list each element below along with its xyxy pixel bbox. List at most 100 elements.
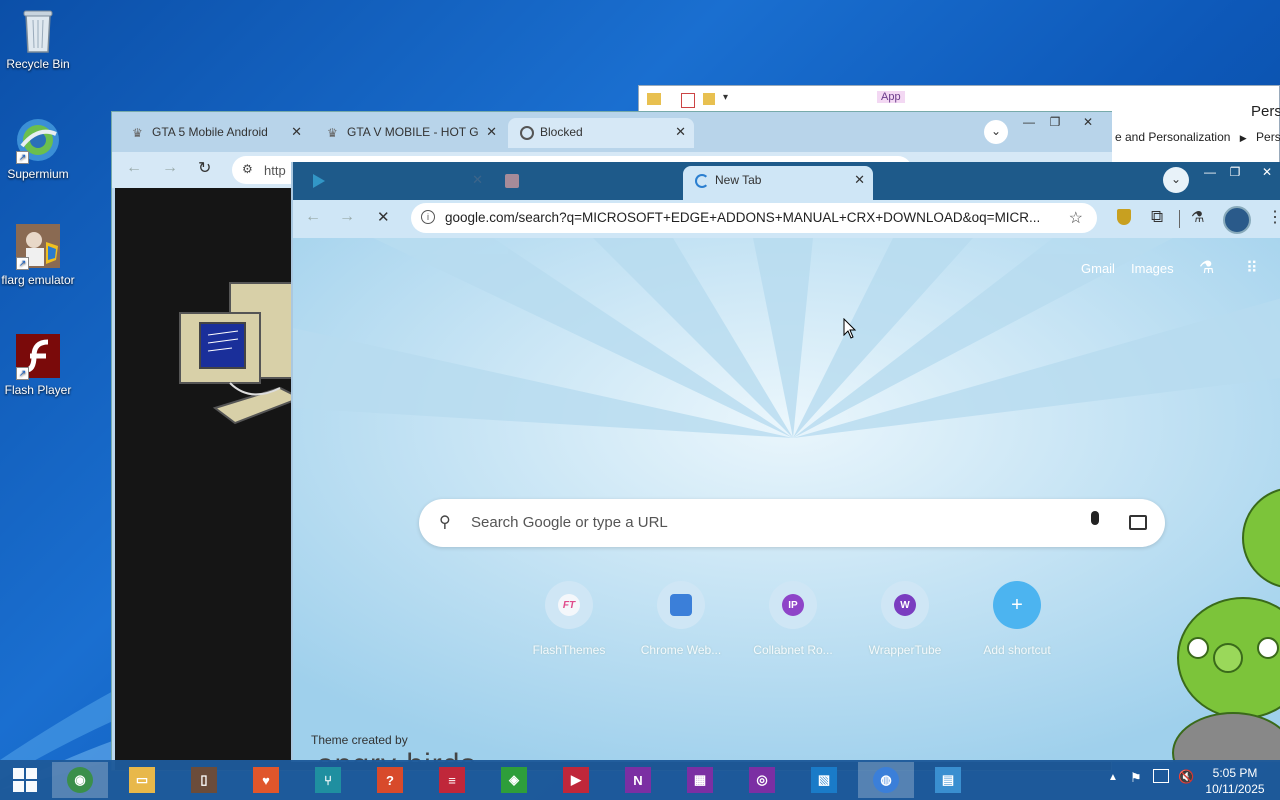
volume-muted-icon[interactable]: 🔇 <box>1178 769 1194 785</box>
desktop-icon-flarg-emulator[interactable]: ↗ flarg emulator <box>0 222 76 288</box>
menu-kebab-icon[interactable]: ⋮ <box>1267 207 1280 227</box>
profile-avatar-icon[interactable] <box>1223 206 1251 234</box>
start-button[interactable] <box>0 760 50 800</box>
window-title-partial: Perso <box>1251 103 1280 120</box>
close-tab-icon[interactable]: ✕ <box>472 172 483 188</box>
shortcut-chrome-web[interactable]: Chrome Web... <box>631 581 731 657</box>
tab-label: GTA V MOBILE - HOT G <box>347 125 479 139</box>
tab-blocked[interactable]: Blocked ✕ <box>508 118 694 148</box>
taskbar-app-photo-app[interactable]: ▯ <box>176 762 232 798</box>
taskbar-app-help[interactable]: ? <box>362 762 418 798</box>
breadcrumb[interactable]: e and Personalization ▶ Perso <box>1115 130 1280 160</box>
forward-arrow-icon[interactable]: → <box>339 208 355 226</box>
supermium-icon: ◉ <box>67 767 93 793</box>
add-shortcut-icon: + <box>1011 593 1023 616</box>
tab-search-button[interactable]: ⌄ <box>984 120 1008 144</box>
taskbar-app-video[interactable]: ▶ <box>548 762 604 798</box>
taskbar-app-supermium[interactable]: ◉ <box>52 762 108 798</box>
taskbar-app-xbox[interactable]: ◈ <box>486 762 542 798</box>
taskbar-app-file-explorer[interactable]: ▭ <box>114 762 170 798</box>
app-label: App <box>877 91 905 103</box>
search-box[interactable]: ⚲ Search Google or type a URL <box>419 499 1165 547</box>
taskbar-app-camera[interactable]: ◎ <box>734 762 790 798</box>
close-tab-icon[interactable]: ✕ <box>291 124 302 140</box>
taskbar-app-photos[interactable]: ▧ <box>796 762 852 798</box>
file-explorer-icon: ▭ <box>129 767 155 793</box>
action-center-flag-icon[interactable]: ⚑ <box>1130 770 1142 786</box>
properties-icon[interactable] <box>681 93 695 108</box>
close-tab-icon[interactable]: ✕ <box>486 124 497 140</box>
close-button[interactable]: ✕ <box>1070 112 1106 134</box>
taskbar-app-food[interactable]: ⑂ <box>300 762 356 798</box>
network-icon[interactable] <box>1153 769 1169 783</box>
video-icon: ▶ <box>563 767 589 793</box>
maps-icon: ▦ <box>687 767 713 793</box>
images-link[interactable]: Images <box>1131 261 1174 276</box>
minimize-button[interactable]: — <box>1017 112 1041 134</box>
maximize-button[interactable]: ❐ <box>1225 162 1245 184</box>
new-folder-icon[interactable] <box>703 93 715 105</box>
show-hidden-icons[interactable]: ▲ <box>1108 772 1118 783</box>
flash-player-icon: ↗ <box>14 332 62 380</box>
address-text: http <box>264 163 286 178</box>
breadcrumb-item[interactable]: e and Personalization <box>1115 130 1230 144</box>
taskbar-app-onenote[interactable]: N <box>610 762 666 798</box>
taskbar-app-news[interactable]: ≡ <box>424 762 480 798</box>
crown-icon: ♛ <box>132 126 143 140</box>
desktop-icon-recycle-bin[interactable]: Recycle Bin <box>0 6 76 72</box>
tab-gta-v-mobile-hot[interactable]: ♛ GTA V MOBILE - HOT G ✕ <box>315 118 505 148</box>
tab-new-tab[interactable]: New Tab ✕ <box>683 166 873 200</box>
shortcut-label: WrapperTube <box>868 643 942 657</box>
image-tab-icon <box>505 174 519 188</box>
shortcut-add[interactable]: + Add shortcut <box>967 581 1067 657</box>
tab-gta5-mobile[interactable]: ♛ GTA 5 Mobile Android ✕ <box>120 118 310 148</box>
shield-extension-icon[interactable] <box>1117 209 1131 225</box>
close-button[interactable]: ✕ <box>1253 162 1280 184</box>
tab-faded-2[interactable] <box>493 166 683 196</box>
camera-lens-icon[interactable] <box>1129 515 1147 530</box>
bookmark-star-icon[interactable]: ☆ <box>1069 208 1083 228</box>
shortcut-wrappertube[interactable]: W WrapperTube <box>855 581 955 657</box>
taskbar-app-health[interactable]: ♥ <box>238 762 294 798</box>
desktop-icon-supermium[interactable]: ↗ Supermium <box>0 116 76 182</box>
shortcut-collabnet[interactable]: IP Collabnet Ro... <box>743 581 843 657</box>
address-bar[interactable]: i google.com/search?q=MICROSOFT+EDGE+ADD… <box>411 203 1097 233</box>
flarg-emulator-icon: ↗ <box>14 222 62 270</box>
minimize-button[interactable]: — <box>1200 162 1220 184</box>
back-arrow-icon[interactable]: ← <box>126 159 142 177</box>
help-icon: ? <box>377 767 403 793</box>
clock[interactable]: 5:05 PM 10/11/2025 <box>1200 765 1270 797</box>
shortcut-flashthemes[interactable]: FT FlashThemes <box>519 581 619 657</box>
site-info-icon[interactable]: i <box>421 210 435 224</box>
taskbar-app-chrome[interactable]: ◍ <box>858 762 914 798</box>
supermium-icon: ↗ <box>14 116 62 164</box>
site-info-icon[interactable]: ⚙ <box>242 162 253 176</box>
forward-arrow-icon[interactable]: → <box>162 159 178 177</box>
breadcrumb-item[interactable]: Perso <box>1256 130 1280 144</box>
close-tab-icon[interactable]: ✕ <box>675 124 686 140</box>
front-browser-window[interactable]: ✕ New Tab ✕ ⌄ — ❐ ✕ ← → ✕ i google.com/s… <box>291 162 1280 762</box>
globe-icon <box>520 126 534 140</box>
tab-faded-1[interactable]: ✕ <box>301 166 491 196</box>
close-tab-icon[interactable]: ✕ <box>854 172 865 188</box>
google-apps-grid-icon[interactable]: ⠿ <box>1246 258 1258 278</box>
chrome-web-store-icon <box>670 594 692 616</box>
dropdown-icon[interactable]: ▾ <box>723 92 728 103</box>
maximize-button[interactable]: ❐ <box>1043 112 1067 134</box>
stop-loading-icon[interactable]: ✕ <box>377 208 390 226</box>
microphone-icon[interactable] <box>1091 511 1099 525</box>
taskbar-app-maps[interactable]: ▦ <box>672 762 728 798</box>
recycle-bin-icon <box>14 6 62 54</box>
gmail-link[interactable]: Gmail <box>1081 261 1115 276</box>
back-arrow-icon[interactable]: ← <box>305 208 321 226</box>
desktop-icon-flash-player[interactable]: ↗ Flash Player <box>0 332 76 398</box>
taskbar-app-control-panel[interactable]: ▤ <box>920 762 976 798</box>
labs-flask-icon[interactable]: ⚗ <box>1191 208 1204 226</box>
labs-flask-icon[interactable]: ⚗ <box>1199 258 1214 278</box>
theme-credit: Theme created by <box>311 733 408 747</box>
reload-icon[interactable]: ↻ <box>198 158 211 178</box>
search-input[interactable]: Search Google or type a URL <box>471 514 668 531</box>
extensions-puzzle-icon[interactable]: ⧉ <box>1151 207 1163 227</box>
onenote-icon: N <box>625 767 651 793</box>
tab-search-button[interactable]: ⌄ <box>1163 167 1189 193</box>
